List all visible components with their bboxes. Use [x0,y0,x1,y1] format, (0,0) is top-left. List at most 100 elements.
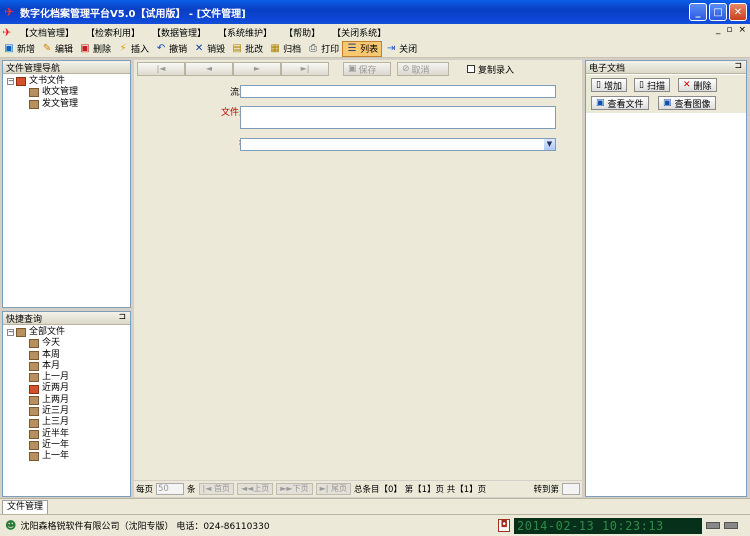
serial-input[interactable] [240,85,556,98]
quick-panel-header: 快捷查询 ⊐ [3,312,130,325]
view-file-button[interactable]: ▣ 查看文件 [591,96,649,110]
undo-button[interactable]: ↶ 撤销 [152,41,190,57]
per-page-input[interactable]: 50 [156,483,185,495]
nav-panel: 文件管理导航 − 文书文件 收文管理 发文管理 [2,60,131,308]
book-icon [29,373,39,383]
next-record-button[interactable]: ► [233,62,281,76]
next-page-button[interactable]: ►►下页 [276,483,313,495]
tree-node-outgoing[interactable]: 发文管理 [7,99,126,110]
tree-node-today[interactable]: 今天 [7,338,126,349]
tree-node-week[interactable]: 本周 [7,350,126,361]
lightning-icon: ⚡ [119,43,127,54]
tree-node-two-months[interactable]: 近两月 [7,383,126,394]
menu-data[interactable]: 【数据管理】 [146,26,212,39]
mdi-restore-icon[interactable]: ▫ [726,25,732,35]
goto-label: 转到第 [533,485,559,495]
window-title: 数字化档案管理平台V5.0【试用版】 - [文件管理] [20,8,246,20]
tree-node-prev-two-months[interactable]: 上两月 [7,395,126,406]
print-button[interactable]: ⎙ 打印 [304,41,342,57]
tree-node-one-year[interactable]: 近一年 [7,440,126,451]
goto-input[interactable] [562,483,580,495]
pencil-icon: ✎ [42,43,52,54]
view-file-icon: ▣ [596,98,605,108]
last-record-button[interactable]: ►| [281,62,329,76]
book-icon [29,395,39,405]
tree-node-all[interactable]: − 全部文件 [7,327,126,338]
close-window-button[interactable]: ✕ [729,3,747,21]
insert-button[interactable]: ⚡ 插入 [114,41,152,57]
tree-node-last-month[interactable]: 上一月 [7,372,126,383]
form-area: 流水号： 文件题名： 密级： ▼ [134,78,582,480]
first-page-button[interactable]: |◄ 首页 [198,483,234,495]
menu-system[interactable]: 【系统维护】 [212,26,278,39]
collapse-icon[interactable]: − [7,78,14,86]
prev-page-button[interactable]: ◄◄上页 [236,483,274,495]
list-button[interactable]: ☰ 列表 [342,40,383,57]
copy-entry-checkbox[interactable]: 复制录入 [467,63,514,76]
edoc-panel-header: 电子文档 ⊐ [586,61,746,74]
secret-select[interactable]: ▼ [240,138,556,151]
tree-node-root[interactable]: − 文书文件 [7,76,126,87]
title-input[interactable] [240,106,556,129]
archive-button[interactable]: ▦ 归档 [266,41,304,57]
last-page-icon: ►| [319,484,329,493]
minimize-button[interactable]: _ [689,3,707,21]
tree-node-month[interactable]: 本月 [7,361,126,372]
menu-help[interactable]: 【帮助】 [278,26,326,39]
edoc-delete-button[interactable]: ✕ 删除 [678,78,717,92]
tree-node-three-months[interactable]: 近三月 [7,406,126,417]
chevron-down-icon[interactable]: ▼ [544,139,555,150]
exit-icon: ⇥ [386,43,396,54]
tree-node-last-year[interactable]: 上一年 [7,451,126,462]
title-bar: ✈ 数字化档案管理平台V5.0【试用版】 - [文件管理] _ □ ✕ [0,0,750,24]
delete-button[interactable]: ▣ 删除 [76,41,114,57]
tree-node-half-year[interactable]: 近半年 [7,429,126,440]
save-button[interactable]: ▣ 保存 [343,62,391,76]
book-icon [29,99,39,109]
nav-panel-header: 文件管理导航 [3,61,130,74]
delete-icon: ▣ [80,43,90,54]
first-record-button[interactable]: |◄ [137,62,185,76]
approve-button[interactable]: ▤ 批改 [228,41,266,57]
keyboard-icon [706,522,720,529]
pin-icon[interactable]: ⊐ [118,312,126,322]
checkbox-icon[interactable] [467,65,475,73]
selected-arrow-icon [29,384,39,394]
prev-record-button[interactable]: ◄ [185,62,233,76]
view-image-button[interactable]: ▣ 查看图像 [658,96,716,110]
calendar-icon: ◘ [498,519,510,532]
tree-node-incoming[interactable]: 收文管理 [7,87,126,98]
maximize-button[interactable]: □ [709,3,727,21]
edit-button[interactable]: ✎ 编辑 [38,41,76,57]
network-icon [724,522,738,529]
edoc-add-button[interactable]: ▯ 增加 [591,78,627,92]
undo-icon: ↶ [156,43,166,54]
app-logo-icon: ✈ [4,5,15,19]
pin-icon[interactable]: ⊐ [734,61,742,71]
tree-node-prev-three-months[interactable]: 上三月 [7,417,126,428]
document-add-icon: ▯ [596,80,601,90]
book-icon [29,339,39,349]
cancel-button[interactable]: ⊘ 取消 [397,62,449,76]
mdi-close-icon[interactable]: × [738,25,746,35]
book-icon [29,441,39,451]
first-page-icon: |◄ [202,484,212,493]
user-icon: ☻ [5,519,17,532]
collapse-icon[interactable]: − [7,329,14,337]
menu-exit[interactable]: 【关闭系统】 [326,26,392,39]
mdi-minimize-icon[interactable]: _ [716,25,721,35]
company-info: 沈阳森格锐软件有限公司（沈阳专版） 电话：024-86110330 [20,522,270,532]
nav-tree: − 文书文件 收文管理 发文管理 [3,74,130,112]
menu-document[interactable]: 【文档管理】 [14,26,80,39]
book-icon [29,88,39,98]
destroy-button[interactable]: ✕ 销毁 [190,41,228,57]
edoc-scan-button[interactable]: ▯ 扫描 [634,78,670,92]
add-button[interactable]: ▣ 新增 [0,41,38,57]
pager-bar: 每页 50 条 |◄ 首页 ◄◄上页 ►►下页 ►| 尾页 总条目【0】 第【1… [134,481,582,497]
menu-search[interactable]: 【检索利用】 [80,26,146,39]
tab-file-management[interactable]: 文件管理 [2,500,49,514]
cancel-icon: ⊘ [402,64,410,74]
last-page-button[interactable]: ►| 尾页 [315,483,351,495]
close-button[interactable]: ⇥ 关闭 [382,41,420,57]
delete-x-icon: ✕ [683,80,691,90]
